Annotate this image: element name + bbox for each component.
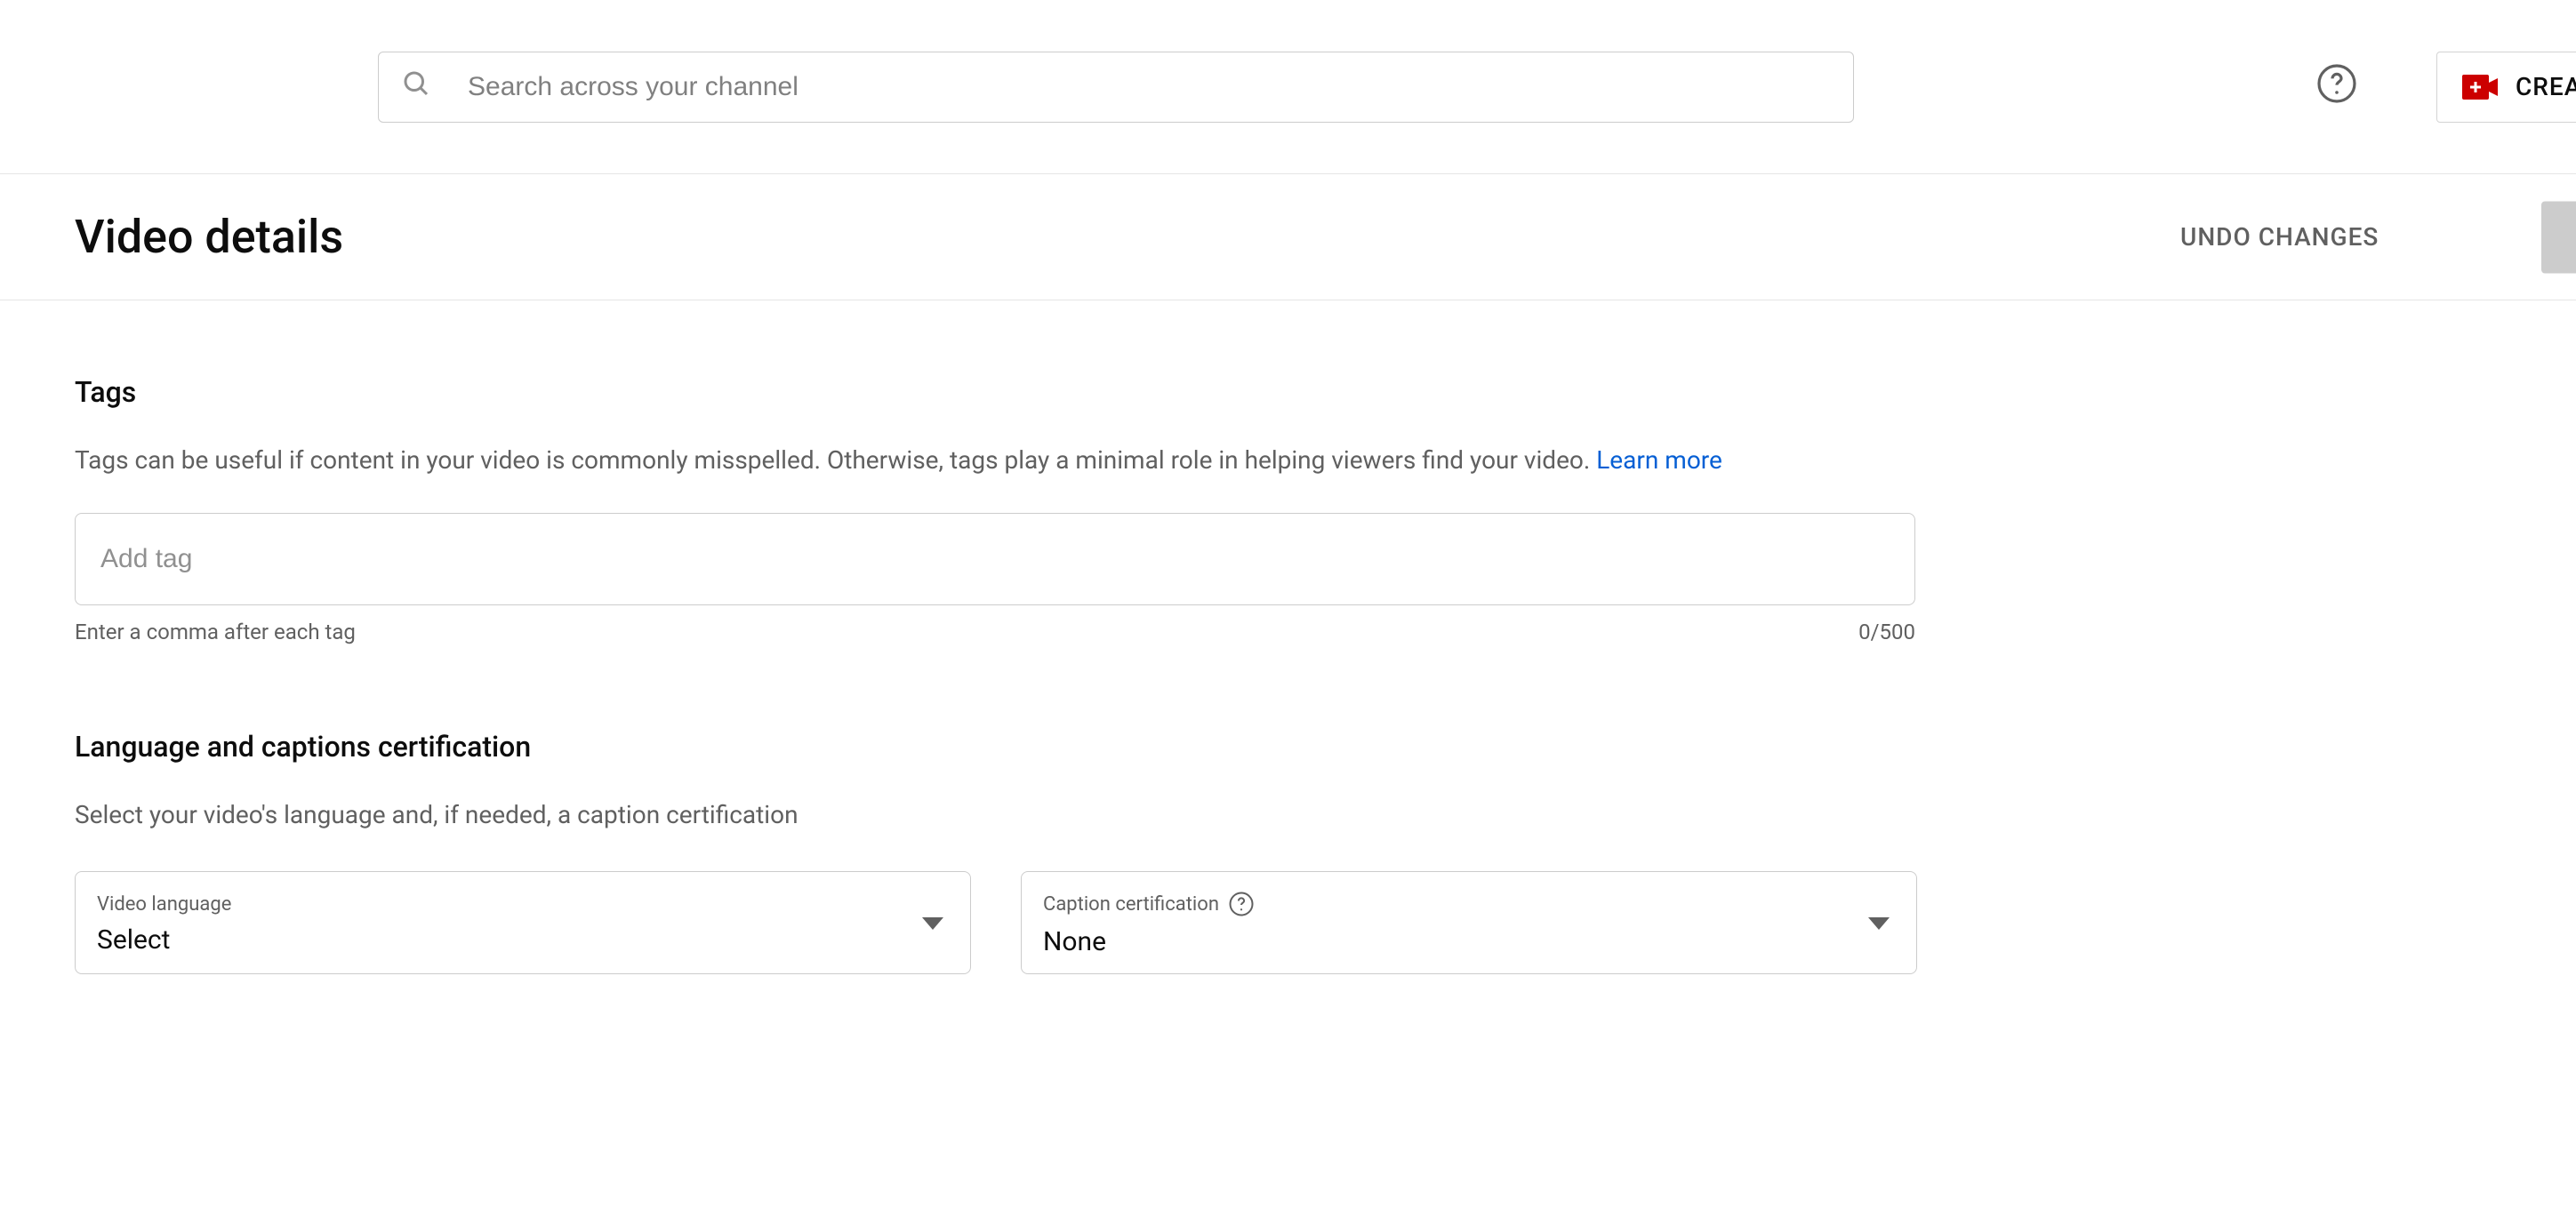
chevron-down-icon [1868,909,1890,936]
content-area: Tags Tags can be useful if content in yo… [0,300,1956,974]
video-language-value: Select [97,924,949,956]
search-icon [400,68,432,106]
help-button[interactable] [2312,62,2362,112]
chevron-down-icon [922,909,943,936]
language-title: Language and captions certification [75,730,1956,764]
tags-char-counter: 0/500 [1858,620,1915,644]
video-language-select[interactable]: Video language Select [75,871,971,974]
caption-certification-label-row: Caption certification [1043,891,1895,917]
video-language-label: Video language [97,893,949,916]
language-section: Language and captions certification Sele… [75,730,1956,974]
tags-input[interactable] [75,513,1915,605]
undo-changes-button[interactable]: UNDO CHANGES [2180,222,2379,252]
tags-title: Tags [75,375,1956,409]
language-selects-row: Video language Select Caption certificat… [75,871,1956,974]
caption-certification-label: Caption certification [1043,893,1219,916]
save-button[interactable]: SAVE [2541,201,2576,273]
caption-certification-value: None [1043,926,1895,957]
caption-certification-help-icon[interactable] [1228,891,1255,917]
tags-helper-row: Enter a comma after each tag 0/500 [75,620,1915,644]
create-button-label: CREATE [2516,72,2576,101]
tags-hint: Enter a comma after each tag [75,620,356,644]
top-header: CREATE [0,0,2576,174]
page-title: Video details [75,210,343,264]
create-button[interactable]: CREATE [2436,52,2576,123]
search-container [378,52,1854,123]
page-action-bar: Video details UNDO CHANGES SAVE [0,174,2576,300]
question-circle-icon [2315,62,2358,111]
language-description: Select your video's language and, if nee… [75,796,1924,836]
tags-description-text: Tags can be useful if content in your vi… [75,445,1596,475]
tags-description: Tags can be useful if content in your vi… [75,441,1924,481]
tags-section: Tags Tags can be useful if content in yo… [75,375,1956,644]
caption-certification-select[interactable]: Caption certification None [1021,871,1917,974]
search-input[interactable] [468,72,1832,102]
create-video-icon [2462,75,2498,100]
tags-learn-more-link[interactable]: Learn more [1596,445,1722,475]
